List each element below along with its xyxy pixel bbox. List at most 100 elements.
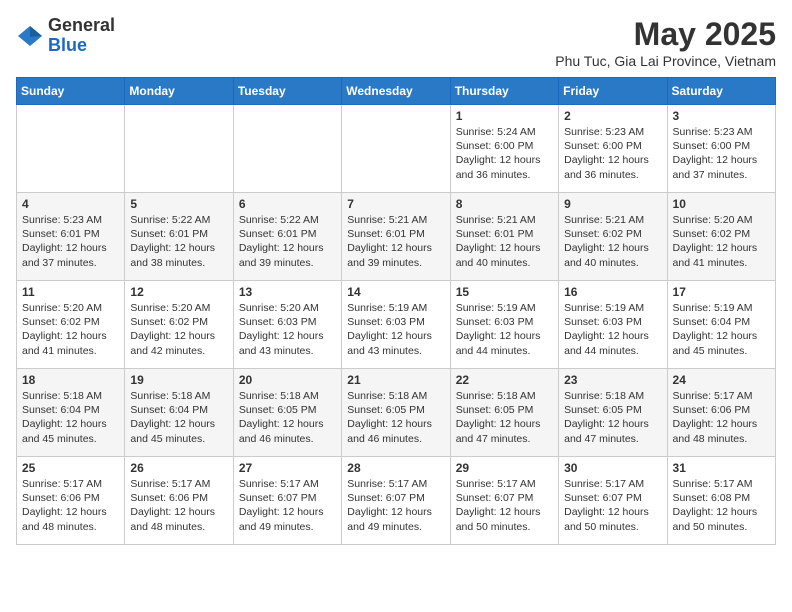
day-number: 17 — [673, 285, 770, 299]
day-info-line: and 39 minutes. — [239, 256, 336, 270]
day-info-line: Daylight: 12 hours — [130, 241, 227, 255]
day-number: 28 — [347, 461, 444, 475]
day-number: 10 — [673, 197, 770, 211]
day-number: 13 — [239, 285, 336, 299]
calendar-cell: 29Sunrise: 5:17 AMSunset: 6:07 PMDayligh… — [450, 457, 558, 545]
day-info-line: and 37 minutes. — [22, 256, 119, 270]
day-info-line: and 38 minutes. — [130, 256, 227, 270]
day-info-line: Daylight: 12 hours — [564, 417, 661, 431]
day-number: 22 — [456, 373, 553, 387]
day-number: 1 — [456, 109, 553, 123]
day-info-line: Daylight: 12 hours — [130, 329, 227, 343]
day-info-line: Sunset: 6:00 PM — [456, 139, 553, 153]
day-info-line: Daylight: 12 hours — [673, 241, 770, 255]
day-info-line: Sunrise: 5:20 AM — [239, 301, 336, 315]
day-info-line: Sunrise: 5:17 AM — [456, 477, 553, 491]
calendar-cell: 30 Sunrise: 5:17 AMSunset: 6:07 PMDayligh… — [559, 457, 667, 545]
day-number: 31 — [673, 461, 770, 475]
day-info-line: and 47 minutes. — [456, 432, 553, 446]
day-info-line: Sunset: 6:05 PM — [347, 403, 444, 417]
day-info-line: Sunset: 6:05 PM — [564, 403, 661, 417]
day-info-line: Sunset: 6:02 PM — [564, 227, 661, 241]
calendar-week-row: 4Sunrise: 5:23 AMSunset: 6:01 PMDaylight… — [17, 193, 776, 281]
day-info-line: Sunrise: 5:21 AM — [564, 213, 661, 227]
day-info-line: Daylight: 12 hours — [564, 505, 661, 519]
day-number: 25 — [22, 461, 119, 475]
day-info-line: and 48 minutes. — [130, 520, 227, 534]
day-info-line: Sunset: 6:08 PM — [673, 491, 770, 505]
day-number: 14 — [347, 285, 444, 299]
day-info-line: Sunset: 6:03 PM — [564, 315, 661, 329]
day-info-line: Sunset: 6:07 PM — [456, 491, 553, 505]
calendar-cell: 1Sunrise: 5:24 AMSunset: 6:00 PMDaylight… — [450, 105, 558, 193]
calendar-week-row: 18Sunrise: 5:18 AMSunset: 6:04 PMDayligh… — [17, 369, 776, 457]
day-info-line: Daylight: 12 hours — [673, 153, 770, 167]
day-info-line: and 45 minutes. — [22, 432, 119, 446]
day-info-line: and 44 minutes. — [564, 344, 661, 358]
calendar-cell — [125, 105, 233, 193]
day-info-line: Sunrise: 5:17 AM — [239, 477, 336, 491]
calendar-cell — [342, 105, 450, 193]
day-info-line: Daylight: 12 hours — [239, 241, 336, 255]
day-info-line: Sunset: 6:05 PM — [239, 403, 336, 417]
calendar-cell: 11Sunrise: 5:20 AMSunset: 6:02 PMDayligh… — [17, 281, 125, 369]
day-info-line: Sunrise: 5:19 AM — [673, 301, 770, 315]
day-info-line: and 46 minutes. — [239, 432, 336, 446]
calendar-cell: 27Sunrise: 5:17 AMSunset: 6:07 PMDayligh… — [233, 457, 341, 545]
day-info-line: Sunset: 6:05 PM — [456, 403, 553, 417]
day-info-line: Daylight: 12 hours — [456, 329, 553, 343]
day-info-line: Sunset: 6:02 PM — [673, 227, 770, 241]
title-block: May 2025 Phu Tuc, Gia Lai Province, Viet… — [555, 16, 776, 69]
day-number: 21 — [347, 373, 444, 387]
day-number: 3 — [673, 109, 770, 123]
day-info-line: Sunrise: 5:18 AM — [347, 389, 444, 403]
day-info-line: and 43 minutes. — [239, 344, 336, 358]
calendar-cell: 21Sunrise: 5:18 AMSunset: 6:05 PMDayligh… — [342, 369, 450, 457]
logo-text: General Blue — [48, 16, 115, 56]
calendar-week-row: 1Sunrise: 5:24 AMSunset: 6:00 PMDaylight… — [17, 105, 776, 193]
day-number: 29 — [456, 461, 553, 475]
day-info-line: Sunset: 6:07 PM — [564, 491, 661, 505]
day-info-line: Sunrise: 5:17 AM — [564, 477, 661, 491]
day-info-line: and 43 minutes. — [347, 344, 444, 358]
day-info-line: and 37 minutes. — [673, 168, 770, 182]
day-info-line: Sunset: 6:07 PM — [347, 491, 444, 505]
day-info-line: Sunset: 6:06 PM — [673, 403, 770, 417]
calendar-cell: 4Sunrise: 5:23 AMSunset: 6:01 PMDaylight… — [17, 193, 125, 281]
day-info-line: Daylight: 12 hours — [239, 329, 336, 343]
day-info-line: Daylight: 12 hours — [456, 241, 553, 255]
day-info-line: Sunrise: 5:17 AM — [673, 389, 770, 403]
calendar-cell: 31Sunrise: 5:17 AMSunset: 6:08 PMDayligh… — [667, 457, 775, 545]
day-number: 23 — [564, 373, 661, 387]
day-number: 16 — [564, 285, 661, 299]
day-info-line: Sunrise: 5:23 AM — [564, 125, 661, 139]
day-info-line: Daylight: 12 hours — [239, 417, 336, 431]
calendar-cell — [233, 105, 341, 193]
calendar-cell: 8Sunrise: 5:21 AMSunset: 6:01 PMDaylight… — [450, 193, 558, 281]
day-info-line: Sunset: 6:03 PM — [239, 315, 336, 329]
day-info-line: Sunrise: 5:17 AM — [22, 477, 119, 491]
day-info-line: and 50 minutes. — [564, 520, 661, 534]
day-number: 5 — [130, 197, 227, 211]
day-info-line: and 48 minutes. — [22, 520, 119, 534]
day-number: 9 — [564, 197, 661, 211]
location-subtitle: Phu Tuc, Gia Lai Province, Vietnam — [555, 53, 776, 69]
day-info-line: Sunrise: 5:21 AM — [456, 213, 553, 227]
day-info-line: Daylight: 12 hours — [564, 153, 661, 167]
day-info-line: Sunrise: 5:22 AM — [130, 213, 227, 227]
day-info-line: Sunrise: 5:21 AM — [347, 213, 444, 227]
calendar-cell — [17, 105, 125, 193]
day-info-line: Sunrise: 5:17 AM — [673, 477, 770, 491]
day-header-friday: Friday — [559, 78, 667, 105]
calendar-cell: 2Sunrise: 5:23 AMSunset: 6:00 PMDaylight… — [559, 105, 667, 193]
day-number: 27 — [239, 461, 336, 475]
day-number: 2 — [564, 109, 661, 123]
day-number: 15 — [456, 285, 553, 299]
day-info-line: and 41 minutes. — [673, 256, 770, 270]
day-number: 30 — [564, 461, 661, 475]
day-header-saturday: Saturday — [667, 78, 775, 105]
calendar-cell: 13 Sunrise: 5:20 AMSunset: 6:03 PMDayligh… — [233, 281, 341, 369]
calendar-header-row: SundayMondayTuesdayWednesdayThursdayFrid… — [17, 78, 776, 105]
day-number: 7 — [347, 197, 444, 211]
day-info-line: and 46 minutes. — [347, 432, 444, 446]
